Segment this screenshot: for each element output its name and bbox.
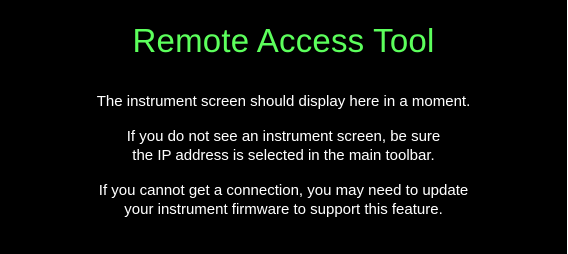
connection-message-line-1: If you cannot get a connection, you may … [98,182,469,199]
page-title: Remote Access Tool [132,22,435,59]
status-message: The instrument screen should display her… [96,93,471,110]
connection-message-line-2: your instrument firmware to support this… [124,201,443,218]
remote-access-panel: Remote Access Tool The instrument screen… [0,0,567,254]
help-message-line-1: If you do not see an instrument screen, … [126,128,441,145]
help-message-line-2: the IP address is selected in the main t… [132,147,435,164]
